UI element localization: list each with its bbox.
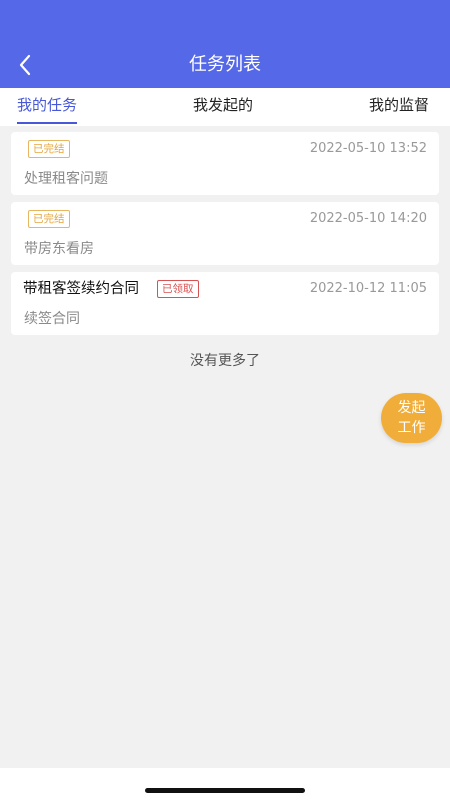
status-badge: 已完结 (28, 210, 70, 228)
task-description: 续签合同 (24, 311, 80, 327)
task-card[interactable]: 已完结 2022-05-10 14:20 带房东看房 (11, 202, 439, 265)
task-card[interactable]: 已完结 2022-05-10 13:52 处理租客问题 (11, 132, 439, 195)
task-time: 2022-10-12 11:05 (309, 281, 427, 296)
home-indicator[interactable] (145, 788, 305, 793)
status-badge: 已完结 (28, 140, 70, 158)
active-tab-indicator (17, 122, 78, 124)
status-badge: 已领取 (157, 280, 199, 298)
task-card[interactable]: 带租客签续约合同 已领取 2022-10-12 11:05 续签合同 (11, 272, 439, 335)
tab-label: 我发起的 (193, 96, 254, 114)
task-time: 2022-05-10 13:52 (309, 141, 427, 156)
tab-label: 我的监督 (369, 96, 430, 114)
tab-label: 我的任务 (17, 96, 78, 114)
app-header: 任务列表 (0, 0, 450, 88)
task-description: 带房东看房 (24, 241, 94, 257)
fab-label-line1: 发起 (397, 400, 426, 416)
task-description: 处理租客问题 (24, 171, 108, 187)
task-time: 2022-05-10 14:20 (309, 211, 427, 226)
tab-initiated[interactable]: 我发起的 (193, 88, 253, 126)
page-title: 任务列表 (189, 54, 261, 75)
start-work-button[interactable]: 发起 工作 (381, 393, 442, 443)
tab-bar: 我的任务 我发起的 我的监督 (0, 88, 450, 126)
bottom-safe-area (0, 768, 450, 800)
tab-my-tasks[interactable]: 我的任务 (17, 88, 78, 126)
list-end-text: 没有更多了 (190, 353, 260, 369)
tab-supervision[interactable]: 我的监督 (369, 88, 429, 126)
task-title: 带租客签续约合同 (23, 281, 139, 297)
fab-label-line2: 工作 (397, 420, 426, 436)
